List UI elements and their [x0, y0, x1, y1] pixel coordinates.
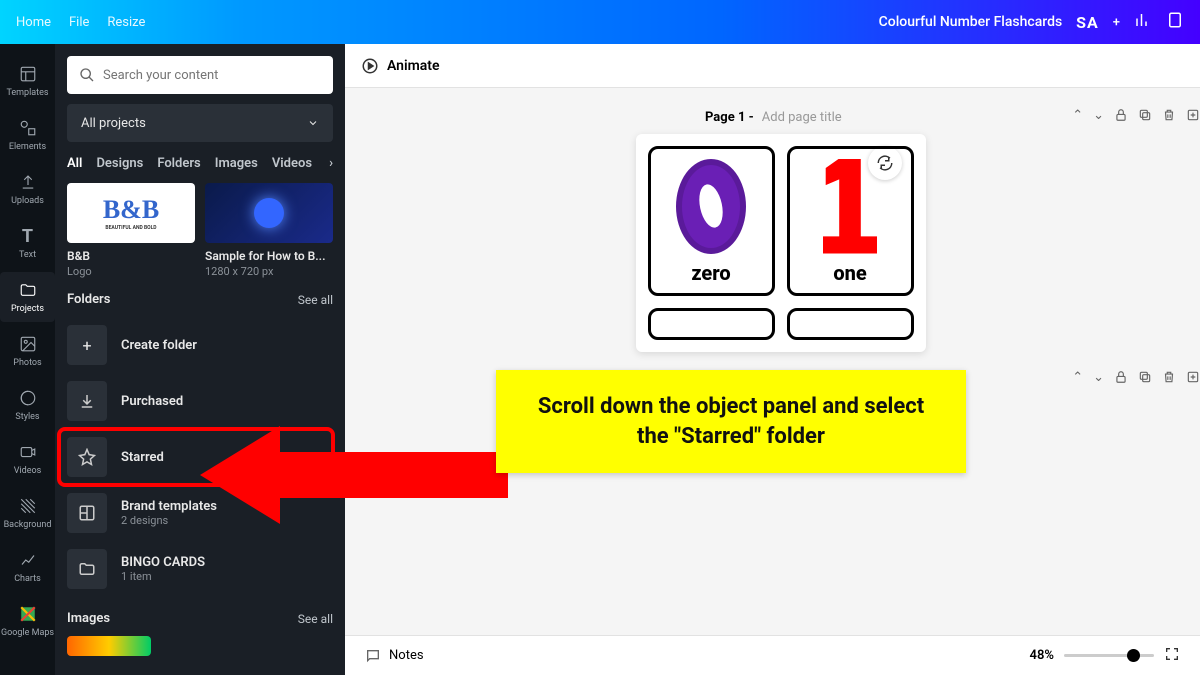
folder-bingo-cards[interactable]: BINGO CARDS1 item: [67, 541, 333, 597]
zoom-level[interactable]: 48%: [1030, 648, 1054, 663]
rail-templates[interactable]: Templates: [0, 56, 55, 106]
lock-icon[interactable]: [1114, 108, 1128, 126]
page-number: Page 1 -: [705, 110, 754, 125]
page-1-canvas[interactable]: zero one: [636, 134, 926, 352]
image-thumb[interactable]: [67, 636, 151, 656]
sidebar-rail: Templates Elements Uploads TText Project…: [0, 44, 55, 675]
design-thumb[interactable]: Sample for How to B... 1280 x 720 px: [205, 183, 333, 278]
add-page-icon[interactable]: [1186, 370, 1200, 388]
instruction-callout: Scroll down the object panel and select …: [496, 370, 966, 473]
page-up-icon[interactable]: ⌃: [1072, 370, 1083, 388]
page-up-icon[interactable]: ⌃: [1072, 108, 1083, 126]
flashcard-zero[interactable]: zero: [648, 146, 775, 296]
notes-button[interactable]: Notes: [389, 648, 424, 663]
rail-text[interactable]: TText: [0, 218, 55, 268]
tab-folders[interactable]: Folders: [157, 156, 200, 171]
flashcard-partial[interactable]: [648, 308, 775, 340]
insights-icon[interactable]: [1134, 11, 1152, 33]
search-field[interactable]: [103, 68, 321, 83]
page-down-icon[interactable]: ⌄: [1093, 108, 1104, 126]
rail-google-maps[interactable]: Google Maps: [0, 596, 55, 646]
top-menu-bar: Home File Resize Colourful Number Flashc…: [0, 0, 1200, 44]
page-title-input[interactable]: Add page title: [762, 110, 842, 125]
duplicate-icon[interactable]: [1138, 108, 1152, 126]
filter-tabs: All Designs Folders Images Videos ›: [67, 156, 333, 171]
instruction-arrow: [200, 420, 510, 530]
rail-photos[interactable]: Photos: [0, 326, 55, 376]
images-heading: Images: [67, 611, 110, 626]
download-icon: [67, 381, 107, 421]
see-all-folders[interactable]: See all: [298, 293, 333, 307]
projects-dropdown[interactable]: All projects: [67, 104, 333, 142]
tab-all[interactable]: All: [67, 156, 82, 171]
flashcard-partial[interactable]: [787, 308, 914, 340]
lock-icon[interactable]: [1114, 370, 1128, 388]
page-down-icon[interactable]: ⌄: [1093, 370, 1104, 388]
delete-icon[interactable]: [1162, 108, 1176, 126]
tab-videos[interactable]: Videos: [272, 156, 312, 171]
folders-heading: Folders: [67, 292, 110, 307]
add-icon[interactable]: +: [1113, 15, 1120, 30]
projects-panel: All projects All Designs Folders Images …: [55, 44, 345, 675]
rail-background[interactable]: Background: [0, 488, 55, 538]
duplicate-icon[interactable]: [1138, 370, 1152, 388]
menu-resize[interactable]: Resize: [107, 15, 145, 30]
animate-icon: [361, 57, 379, 75]
rail-styles[interactable]: Styles: [0, 380, 55, 430]
rail-uploads[interactable]: Uploads: [0, 164, 55, 214]
publish-icon[interactable]: [1166, 11, 1184, 33]
folder-icon: [67, 549, 107, 589]
design-thumb[interactable]: B&BBEAUTIFUL AND BOLD B&B Logo: [67, 183, 195, 278]
chevron-down-icon: [307, 117, 319, 129]
canvas-area: Animate Page 1 - Add page title ⌃ ⌄: [345, 44, 1200, 675]
star-icon: [67, 437, 107, 477]
animate-button[interactable]: Animate: [387, 58, 440, 74]
fullscreen-icon[interactable]: [1164, 646, 1180, 666]
rail-videos[interactable]: Videos: [0, 434, 55, 484]
tabs-scroll-right-icon[interactable]: ›: [329, 156, 333, 171]
plus-icon: +: [67, 325, 107, 365]
rail-projects[interactable]: Projects: [0, 272, 55, 322]
create-folder-button[interactable]: + Create folder: [67, 317, 333, 373]
layout-icon: [67, 493, 107, 533]
zoom-slider[interactable]: [1064, 654, 1154, 657]
menu-home[interactable]: Home: [16, 15, 51, 30]
bottom-bar: Notes 48%: [345, 635, 1200, 675]
document-title[interactable]: Colourful Number Flashcards: [879, 14, 1063, 30]
rail-elements[interactable]: Elements: [0, 110, 55, 160]
see-all-images[interactable]: See all: [298, 612, 333, 626]
search-input[interactable]: [67, 56, 333, 94]
tab-designs[interactable]: Designs: [96, 156, 143, 171]
search-icon: [79, 67, 95, 83]
add-page-icon[interactable]: [1186, 108, 1200, 126]
user-avatar[interactable]: SA: [1076, 13, 1099, 32]
canvas-toolbar: Animate: [345, 44, 1200, 88]
flashcard-one[interactable]: one: [787, 146, 914, 296]
notes-icon: [365, 648, 381, 664]
rail-charts[interactable]: Charts: [0, 542, 55, 592]
delete-icon[interactable]: [1162, 370, 1176, 388]
tab-images[interactable]: Images: [215, 156, 258, 171]
menu-file[interactable]: File: [69, 15, 89, 30]
